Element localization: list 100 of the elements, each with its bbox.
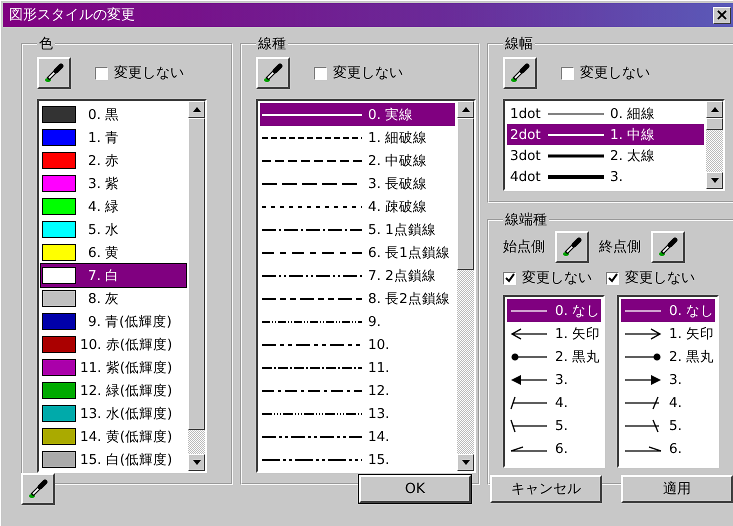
line-sample-icon xyxy=(262,410,362,416)
line-type-item[interactable]: 4. 疎破線 xyxy=(260,195,455,218)
scrollbar[interactable] xyxy=(706,101,723,189)
line-type-item[interactable]: 0. 実線 xyxy=(260,103,455,126)
line-type-item[interactable]: 5. 1点鎖線 xyxy=(260,218,455,241)
line-type-item[interactable]: 14. xyxy=(260,425,455,448)
line-end-item[interactable]: 2. 黒丸 xyxy=(621,345,715,368)
color-list-item[interactable]: 0. 黒 xyxy=(41,103,186,126)
line-end-icon xyxy=(509,396,549,410)
eyedropper-button[interactable] xyxy=(256,57,290,89)
line-end-item[interactable]: 1. 矢印 xyxy=(507,322,601,345)
side-label: 終点側 xyxy=(599,238,641,256)
color-list-item[interactable]: 5. 水 xyxy=(41,218,186,241)
line-type-name: 12. xyxy=(368,382,390,398)
line-type-item[interactable]: 13. xyxy=(260,402,455,425)
line-type-item[interactable]: 12. xyxy=(260,379,455,402)
checkmark-icon xyxy=(608,273,618,283)
line-width-item[interactable]: 4dot 3. xyxy=(507,166,704,187)
eyedropper-button[interactable] xyxy=(21,473,55,505)
no-change-checkbox[interactable]: 変更しない xyxy=(503,269,592,287)
line-type-item[interactable]: 3. 長破線 xyxy=(260,172,455,195)
color-list-item[interactable]: 13. 水(低輝度) xyxy=(41,402,186,425)
line-sample-icon xyxy=(262,456,362,462)
close-button[interactable]: × xyxy=(713,6,731,24)
line-end-item[interactable]: 2. 黒丸 xyxy=(507,345,601,368)
line-type-item[interactable]: 1. 細破線 xyxy=(260,126,455,149)
line-end-name: 6. xyxy=(669,440,682,456)
line-width-name: 0. 細線 xyxy=(610,104,656,122)
color-list-item[interactable]: 14. 黄(低輝度) xyxy=(41,425,186,448)
line-type-item[interactable]: 11. xyxy=(260,356,455,379)
scrollbar[interactable] xyxy=(188,101,205,471)
scrollbar[interactable] xyxy=(457,101,474,471)
line-width-item[interactable]: 3dot 2. 太線 xyxy=(507,145,704,166)
line-sample-icon xyxy=(262,226,362,232)
line-end-item[interactable]: 0. なし xyxy=(621,299,715,322)
line-type-name: 7. 2点鎖線 xyxy=(368,266,436,284)
dialog-button[interactable]: OK xyxy=(359,475,471,503)
eyedropper-button[interactable] xyxy=(503,57,537,89)
no-change-checkbox[interactable]: 変更しない xyxy=(314,64,403,82)
scroll-down-button[interactable] xyxy=(457,454,474,471)
color-list-item[interactable]: 11. 紫(低輝度) xyxy=(41,356,186,379)
line-end-item[interactable]: 1. 矢印 xyxy=(621,322,715,345)
line-sample-icon xyxy=(262,250,362,256)
line-end-item[interactable]: 5. xyxy=(507,414,601,437)
no-change-checkbox[interactable]: 変更しない xyxy=(95,64,184,82)
line-type-item[interactable]: 2. 中破線 xyxy=(260,149,455,172)
eyedropper-button[interactable] xyxy=(37,57,71,89)
line-type-name: 11. xyxy=(368,360,390,376)
line-type-item[interactable]: 7. 2点鎖線 xyxy=(260,264,455,287)
color-list-item[interactable]: 7. 白 xyxy=(41,264,186,287)
eyedropper-button[interactable] xyxy=(651,231,685,263)
color-list-item[interactable]: 10. 赤(低輝度) xyxy=(41,333,186,356)
line-width-item[interactable]: 1dot 0. 細線 xyxy=(507,103,704,124)
up-arrow-icon xyxy=(192,107,200,112)
scroll-thumb[interactable] xyxy=(188,118,205,430)
line-type-item[interactable]: 10. xyxy=(260,333,455,356)
dialog-button[interactable]: 適用 xyxy=(621,475,733,503)
color-name: 7. 白 xyxy=(88,266,120,284)
eyedropper-icon xyxy=(658,237,678,257)
line-type-item[interactable]: 9. xyxy=(260,310,455,333)
scroll-thumb[interactable] xyxy=(457,118,474,270)
color-list-item[interactable]: 2. 赤 xyxy=(41,149,186,172)
line-end-item[interactable]: 0. なし xyxy=(507,299,601,322)
line-end-item[interactable]: 3. xyxy=(621,368,715,391)
scroll-down-button[interactable] xyxy=(188,454,205,471)
eyedropper-button[interactable] xyxy=(555,231,589,263)
scroll-up-button[interactable] xyxy=(188,101,205,118)
color-list-item[interactable]: 3. 紫 xyxy=(41,172,186,195)
scroll-thumb[interactable] xyxy=(706,118,723,130)
scroll-up-button[interactable] xyxy=(706,101,723,118)
color-list-item[interactable]: 15. 白(低輝度) xyxy=(41,448,186,471)
color-list-item[interactable]: 8. 灰 xyxy=(41,287,186,310)
line-end-item[interactable]: 6. xyxy=(621,437,715,460)
line-end-icon xyxy=(509,326,549,340)
down-arrow-icon xyxy=(462,460,470,465)
line-end-name: 5. xyxy=(555,418,568,434)
color-name: 14. 黄(低輝度) xyxy=(80,428,172,446)
line-end-item[interactable]: 4. xyxy=(621,391,715,414)
eyedropper-icon xyxy=(263,63,283,83)
scroll-up-button[interactable] xyxy=(457,101,474,118)
no-change-checkbox[interactable]: 変更しない xyxy=(561,64,650,82)
width-unit: 3dot xyxy=(510,148,542,164)
line-type-name: 2. 中破線 xyxy=(368,152,428,170)
line-type-item[interactable]: 6. 長1点鎖線 xyxy=(260,241,455,264)
color-list-item[interactable]: 1. 青 xyxy=(41,126,186,149)
line-end-item[interactable]: 3. xyxy=(507,368,601,391)
color-list-item[interactable]: 9. 青(低輝度) xyxy=(41,310,186,333)
scroll-down-button[interactable] xyxy=(706,172,723,189)
no-change-checkbox[interactable]: 変更しない xyxy=(606,269,695,287)
color-list-item[interactable]: 12. 緑(低輝度) xyxy=(41,379,186,402)
color-name: 2. 赤 xyxy=(88,152,120,170)
color-list-item[interactable]: 6. 黄 xyxy=(41,241,186,264)
color-list-item[interactable]: 4. 緑 xyxy=(41,195,186,218)
line-end-item[interactable]: 5. xyxy=(621,414,715,437)
dialog-button[interactable]: キャンセル xyxy=(490,475,602,503)
line-width-item[interactable]: 2dot 1. 中線 xyxy=(507,124,704,145)
line-end-item[interactable]: 6. xyxy=(507,437,601,460)
line-end-item[interactable]: 4. xyxy=(507,391,601,414)
line-type-item[interactable]: 15. xyxy=(260,448,455,471)
line-type-item[interactable]: 8. 長2点鎖線 xyxy=(260,287,455,310)
